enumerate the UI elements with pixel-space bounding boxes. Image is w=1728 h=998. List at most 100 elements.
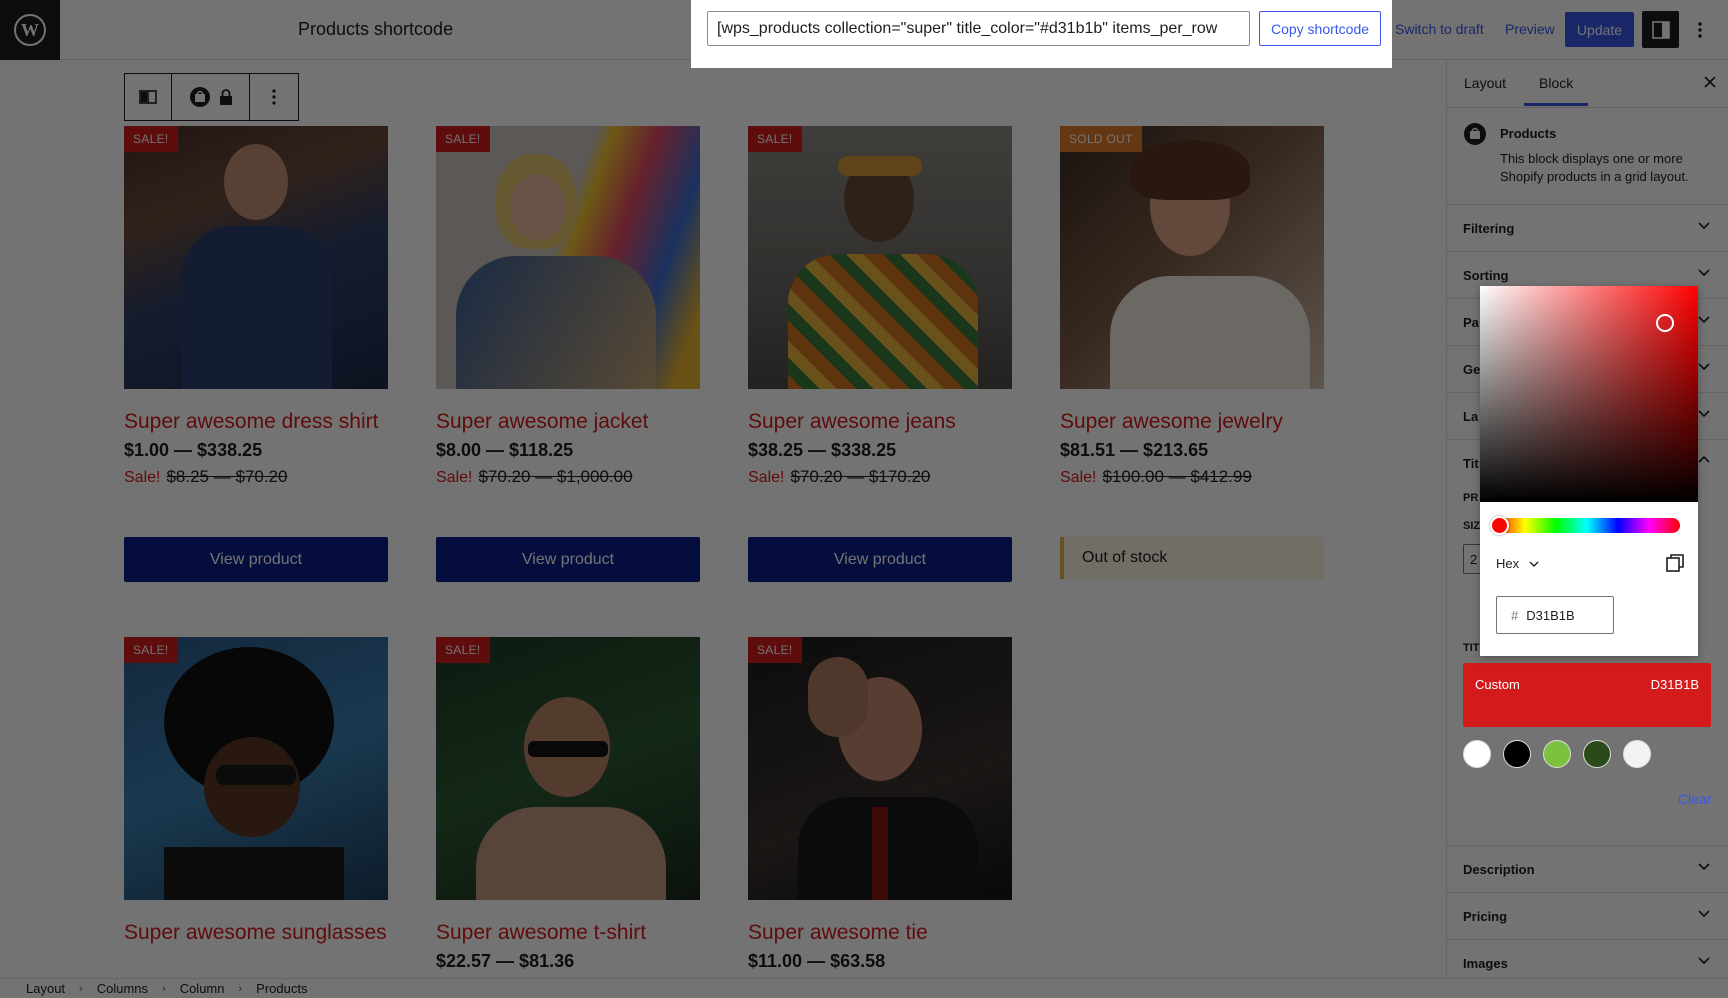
chevron-down-icon <box>1698 316 1710 324</box>
original-price: $100.00 — $412.99 <box>1102 467 1252 486</box>
chevron-down-icon <box>1698 863 1710 871</box>
product-title[interactable]: Super awesome jewelry <box>1060 408 1324 435</box>
panel-pricing[interactable]: Pricing <box>1447 892 1728 939</box>
sidebar-tabs: Layout Block <box>1447 60 1728 108</box>
view-product-button[interactable]: View product <box>124 537 388 582</box>
chevron-down-icon <box>1698 957 1710 965</box>
product-card: SALE! Super awesome sunglasses <box>124 637 388 946</box>
custom-color-label: Custom <box>1475 677 1520 692</box>
page-title: Products shortcode <box>298 19 454 39</box>
color-swatch-black[interactable] <box>1503 740 1531 768</box>
color-format-select[interactable]: Hex <box>1496 556 1539 571</box>
tab-block[interactable]: Block <box>1524 75 1589 106</box>
kebab-icon <box>1698 22 1702 38</box>
panel-label: Description <box>1463 862 1535 877</box>
shopify-bag-icon <box>1464 123 1486 145</box>
color-swatch-dark-green[interactable] <box>1583 740 1611 768</box>
color-format-value: Hex <box>1496 556 1520 571</box>
product-price: $8.00 — $118.25 <box>436 440 574 460</box>
product-title[interactable]: Super awesome jeans <box>748 408 1012 435</box>
custom-color-swatch[interactable]: Custom D31B1B <box>1463 663 1711 727</box>
preview-button[interactable]: Preview <box>1505 21 1555 37</box>
shortcode-highlight: [wps_products collection="super" title_c… <box>691 0 1392 68</box>
block-type-button[interactable] <box>172 74 250 120</box>
hex-value: D31B1B <box>1526 607 1575 623</box>
custom-color-value: D31B1B <box>1650 677 1699 692</box>
product-image[interactable]: SALE! <box>124 126 388 389</box>
product-title[interactable]: Super awesome tie <box>748 919 1012 946</box>
chevron-up-icon <box>1698 455 1710 463</box>
product-title[interactable]: Super awesome sunglasses <box>124 919 388 946</box>
block-parent-button[interactable] <box>125 74 172 120</box>
field-label-prefix: PR <box>1463 492 1479 504</box>
breadcrumb-item[interactable]: Layout <box>26 981 65 996</box>
product-card: SALE! Super awesome jacket $8.00 — $118.… <box>436 126 700 487</box>
product-title[interactable]: Super awesome dress shirt <box>124 408 388 435</box>
close-icon[interactable] <box>1704 72 1716 93</box>
product-title[interactable]: Super awesome jacket <box>436 408 700 435</box>
settings-sidebar-toggle-button[interactable] <box>1642 11 1679 48</box>
panel-label: Tit <box>1463 456 1479 471</box>
breadcrumb-item[interactable]: Columns <box>97 981 148 996</box>
hex-color-input[interactable]: # D31B1B <box>1496 596 1614 634</box>
panel-filtering[interactable]: Filtering <box>1447 204 1728 251</box>
tab-layout[interactable]: Layout <box>1464 75 1506 91</box>
sale-price-line: Sale! $70.20 — $170.20 <box>748 467 1012 487</box>
product-image[interactable]: SALE! <box>748 126 1012 389</box>
sale-badge: SALE! <box>124 637 178 663</box>
product-price: $22.57 — $81.36 <box>436 951 575 971</box>
sold-out-badge: SOLD OUT <box>1060 126 1142 152</box>
product-title[interactable]: Super awesome t-shirt <box>436 919 700 946</box>
color-swatch-light-gray[interactable] <box>1623 740 1651 768</box>
chevron-down-icon <box>1698 222 1710 230</box>
color-swatch-green[interactable] <box>1543 740 1571 768</box>
lock-icon <box>219 89 232 105</box>
copy-icon[interactable] <box>1666 554 1684 577</box>
color-swatch-white[interactable] <box>1463 740 1491 768</box>
product-price: $81.51 — $213.65 <box>1060 440 1209 460</box>
product-image[interactable]: SALE! <box>124 637 388 900</box>
sidebar-icon <box>1651 20 1670 39</box>
product-image[interactable]: SOLD OUT <box>1060 126 1324 389</box>
hue-handle[interactable] <box>1490 516 1509 535</box>
panel-label: Sorting <box>1463 268 1509 283</box>
copy-shortcode-button[interactable]: Copy shortcode <box>1259 11 1381 46</box>
columns-icon <box>139 90 157 104</box>
product-image[interactable]: SALE! <box>436 637 700 900</box>
clear-color-button[interactable]: Clear <box>1678 791 1711 807</box>
sale-label: Sale! <box>124 469 161 486</box>
sale-badge: SALE! <box>436 637 490 663</box>
original-price: $70.20 — $1,000.00 <box>478 467 633 486</box>
block-options-button[interactable] <box>250 74 298 120</box>
product-card: SOLD OUT Super awesome jewelry $81.51 — … <box>1060 126 1324 487</box>
chevron-down-icon <box>1698 363 1710 371</box>
editor-canvas: SALE! Super awesome dress shirt $1.00 — … <box>0 60 1446 978</box>
product-card: SALE! Super awesome jeans $38.25 — $338.… <box>748 126 1012 487</box>
sale-badge: SALE! <box>748 126 802 152</box>
shortcode-input[interactable]: [wps_products collection="super" title_c… <box>707 11 1250 46</box>
wordpress-logo-icon[interactable]: W <box>0 0 60 60</box>
panel-description[interactable]: Description <box>1447 845 1728 892</box>
update-button[interactable]: Update <box>1565 12 1634 47</box>
chevron-down-icon <box>1698 410 1710 418</box>
product-card: SALE! Super awesome t-shirt $22.57 — $81… <box>436 637 700 972</box>
product-price: $11.00 — $63.58 <box>748 951 886 971</box>
switch-to-draft-button[interactable]: Switch to draft <box>1395 21 1484 37</box>
product-card: SALE! Super awesome dress shirt $1.00 — … <box>124 126 388 487</box>
saturation-handle[interactable] <box>1656 314 1674 332</box>
hue-slider[interactable] <box>1494 518 1680 533</box>
view-product-button[interactable]: View product <box>436 537 700 582</box>
options-menu-button[interactable] <box>1690 14 1710 46</box>
product-image[interactable]: SALE! <box>748 637 1012 900</box>
shopify-bag-icon <box>189 87 210 107</box>
product-image[interactable]: SALE! <box>436 126 700 389</box>
block-breadcrumb: Layout › Columns › Column › Products <box>0 978 1728 998</box>
sale-price-line: Sale! $70.20 — $1,000.00 <box>436 467 700 487</box>
block-toolbar <box>124 73 299 121</box>
panel-label: Filtering <box>1463 221 1515 236</box>
product-card: SALE! Super awesome tie $11.00 — $63.58 <box>748 637 1012 972</box>
panel-label: Pa <box>1463 315 1479 330</box>
block-card: Products This block displays one or more… <box>1463 122 1719 184</box>
breadcrumb-item[interactable]: Column <box>180 981 225 996</box>
view-product-button[interactable]: View product <box>748 537 1012 582</box>
